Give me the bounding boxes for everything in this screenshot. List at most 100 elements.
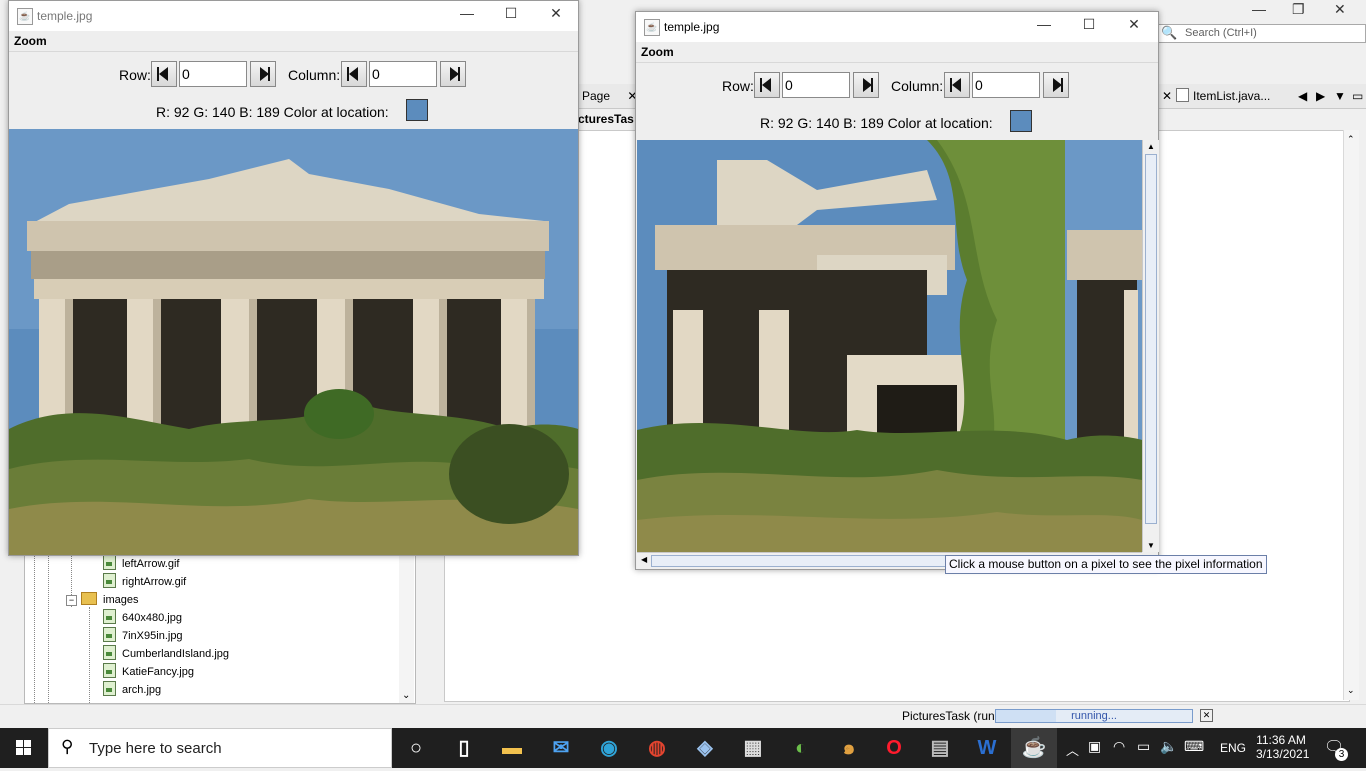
tree-item-file[interactable]: CumberlandIsland.jpg bbox=[103, 645, 229, 663]
scroll-up-icon[interactable]: ▲ bbox=[1147, 142, 1155, 151]
tree-item-file[interactable]: arch.jpg bbox=[103, 681, 161, 699]
column-input[interactable]: 0 bbox=[972, 72, 1040, 98]
tree-item-label: CumberlandIsland.jpg bbox=[122, 648, 230, 660]
ide-search-input[interactable]: 🔍 Search (Ctrl+I) bbox=[1158, 24, 1366, 43]
tree-item-file[interactable]: 7inX95in.jpg bbox=[103, 627, 183, 645]
menubar: Zoom bbox=[9, 31, 578, 52]
editor-scrollbar[interactable]: ⌃ ⌄ bbox=[1343, 130, 1359, 700]
row-next-button[interactable] bbox=[250, 61, 276, 87]
rgb-readout: R: 92 G: 140 B: 189 Color at location: bbox=[760, 115, 993, 131]
close-icon[interactable]: ✕ bbox=[1124, 16, 1144, 33]
rgb-readout: R: 92 G: 140 B: 189 Color at location: bbox=[156, 104, 389, 120]
column-input[interactable]: 0 bbox=[369, 61, 437, 87]
folder-icon bbox=[81, 592, 97, 605]
tab-page[interactable]: Page ✕ bbox=[576, 87, 643, 107]
battery-icon[interactable]: ▭ bbox=[1137, 738, 1150, 755]
tab-itemlist[interactable]: ItemList.java... bbox=[1170, 87, 1276, 107]
picture-window-2: ☕ temple.jpg — ☐ ✕ Zoom Row: 0 Column: 0… bbox=[635, 11, 1159, 570]
close-icon[interactable]: ✕ bbox=[546, 5, 566, 22]
minimize-icon[interactable]: — bbox=[1252, 1, 1266, 17]
taskbar-search-input[interactable]: ⚲ Type here to search bbox=[48, 728, 392, 768]
file-explorer-icon[interactable]: ▬ bbox=[500, 736, 524, 760]
tree-item-file[interactable]: leftArrow.gif bbox=[103, 555, 179, 573]
keyboard-icon[interactable]: ⌨ bbox=[1184, 738, 1204, 755]
tree-item-label: 7inX95in.jpg bbox=[122, 630, 183, 642]
column-next-button[interactable] bbox=[440, 61, 466, 87]
vertical-scroll-thumb[interactable] bbox=[1145, 154, 1157, 524]
temple-image-distorted[interactable] bbox=[637, 140, 1142, 552]
tree-scrollbar[interactable]: ⌄ bbox=[399, 541, 414, 703]
column-prev-button[interactable] bbox=[944, 72, 970, 98]
maximize-icon[interactable]: ☐ bbox=[501, 5, 521, 22]
search-icon: 🔍 bbox=[1161, 25, 1178, 40]
column-prev-button[interactable] bbox=[341, 61, 367, 87]
clock[interactable]: 11:36 AM 3/13/2021 bbox=[1256, 733, 1310, 761]
network-app-icon[interactable]: ▤ bbox=[928, 736, 952, 760]
scroll-down-icon[interactable]: ▼ bbox=[1147, 541, 1155, 550]
store-icon[interactable]: ▦ bbox=[741, 736, 765, 760]
menubar: Zoom bbox=[636, 42, 1158, 63]
opera-icon[interactable]: O bbox=[882, 736, 906, 760]
running-task-label: PicturesTask (run) bbox=[902, 709, 999, 723]
tree-item-file[interactable]: 640x480.jpg bbox=[103, 609, 182, 627]
wifi-icon[interactable]: ◠ bbox=[1113, 738, 1125, 755]
tab-label: ItemList.java... bbox=[1193, 89, 1271, 103]
tree-item-label: leftArrow.gif bbox=[122, 558, 180, 570]
scroll-down-icon[interactable]: ⌄ bbox=[1347, 685, 1355, 696]
collapse-icon[interactable]: − bbox=[66, 595, 77, 606]
column-next-button[interactable] bbox=[1043, 72, 1069, 98]
cortana-icon[interactable]: ○ bbox=[404, 736, 428, 760]
search-icon: ⚲ bbox=[61, 737, 74, 756]
editor-partial-label: cturesTas bbox=[578, 112, 634, 126]
picture-canvas[interactable] bbox=[637, 140, 1142, 552]
clock-date: 3/13/2021 bbox=[1256, 747, 1310, 761]
close-icon[interactable]: ✕ bbox=[1334, 1, 1346, 18]
row-input[interactable]: 0 bbox=[782, 72, 850, 98]
image-file-icon bbox=[103, 663, 116, 678]
cancel-task-icon[interactable]: ✕ bbox=[1200, 709, 1213, 722]
tree-item-folder[interactable]: − images bbox=[66, 591, 138, 609]
windows-start-button[interactable] bbox=[0, 728, 48, 768]
row-label: Row: bbox=[119, 67, 151, 83]
virtualbox-icon[interactable]: ◈ bbox=[693, 736, 717, 760]
row-prev-button[interactable] bbox=[754, 72, 780, 98]
minimize-icon[interactable]: — bbox=[457, 5, 477, 21]
maximize-icon[interactable]: ☐ bbox=[1079, 16, 1099, 33]
language-indicator[interactable]: ENG bbox=[1220, 741, 1246, 755]
zoom-menu[interactable]: Zoom bbox=[14, 34, 47, 48]
picture-vertical-scrollbar[interactable]: ▲ ▼ bbox=[1142, 140, 1159, 552]
scroll-up-icon[interactable]: ⌃ bbox=[1347, 134, 1355, 145]
temple-image[interactable] bbox=[9, 129, 578, 555]
device-icon[interactable]: ▣ bbox=[1088, 738, 1101, 755]
swirl-app-icon[interactable]: ๑ bbox=[837, 736, 861, 760]
tab-maximize-icon[interactable]: ▭ bbox=[1346, 87, 1366, 107]
tree-item-file[interactable]: rightArrow.gif bbox=[103, 573, 186, 591]
pixel-info-tooltip: Click a mouse button on a pixel to see t… bbox=[945, 555, 1267, 574]
task-view-icon[interactable]: ▯ bbox=[452, 736, 476, 760]
row-prev-button[interactable] bbox=[151, 61, 177, 87]
color-app-icon[interactable]: ◐ bbox=[789, 736, 813, 760]
java-icon[interactable]: ☕ bbox=[1011, 728, 1057, 768]
chevron-down-icon[interactable]: ⌄ bbox=[402, 690, 410, 701]
show-hidden-icons-icon[interactable]: ︿ bbox=[1066, 740, 1079, 759]
edge-icon[interactable]: ◉ bbox=[597, 736, 621, 760]
restore-icon[interactable]: ❐ bbox=[1292, 1, 1305, 18]
image-file-icon bbox=[103, 609, 116, 624]
window-titlebar[interactable]: ☕ temple.jpg — ☐ ✕ bbox=[636, 12, 1158, 42]
minimize-icon[interactable]: — bbox=[1034, 16, 1054, 32]
window-titlebar[interactable]: ☕ temple.jpg — ☐ ✕ bbox=[9, 1, 578, 31]
mail-icon[interactable]: ✉ bbox=[549, 736, 573, 760]
picture-canvas[interactable] bbox=[9, 129, 578, 555]
tab-label: Page bbox=[582, 89, 611, 103]
zoom-menu[interactable]: Zoom bbox=[641, 45, 674, 59]
chrome-icon[interactable]: ◍ bbox=[645, 736, 669, 760]
volume-icon[interactable]: 🔈 bbox=[1160, 738, 1177, 755]
word-icon[interactable]: W bbox=[975, 736, 999, 760]
tree-item-file[interactable]: KatieFancy.jpg bbox=[103, 663, 194, 681]
scroll-left-icon[interactable]: ◀ bbox=[641, 555, 647, 564]
row-input[interactable]: 0 bbox=[179, 61, 247, 87]
tree-item-label: 640x480.jpg bbox=[122, 612, 182, 624]
task-progress-bar: running... bbox=[995, 709, 1193, 723]
windows-logo-icon bbox=[16, 740, 31, 755]
row-next-button[interactable] bbox=[853, 72, 879, 98]
